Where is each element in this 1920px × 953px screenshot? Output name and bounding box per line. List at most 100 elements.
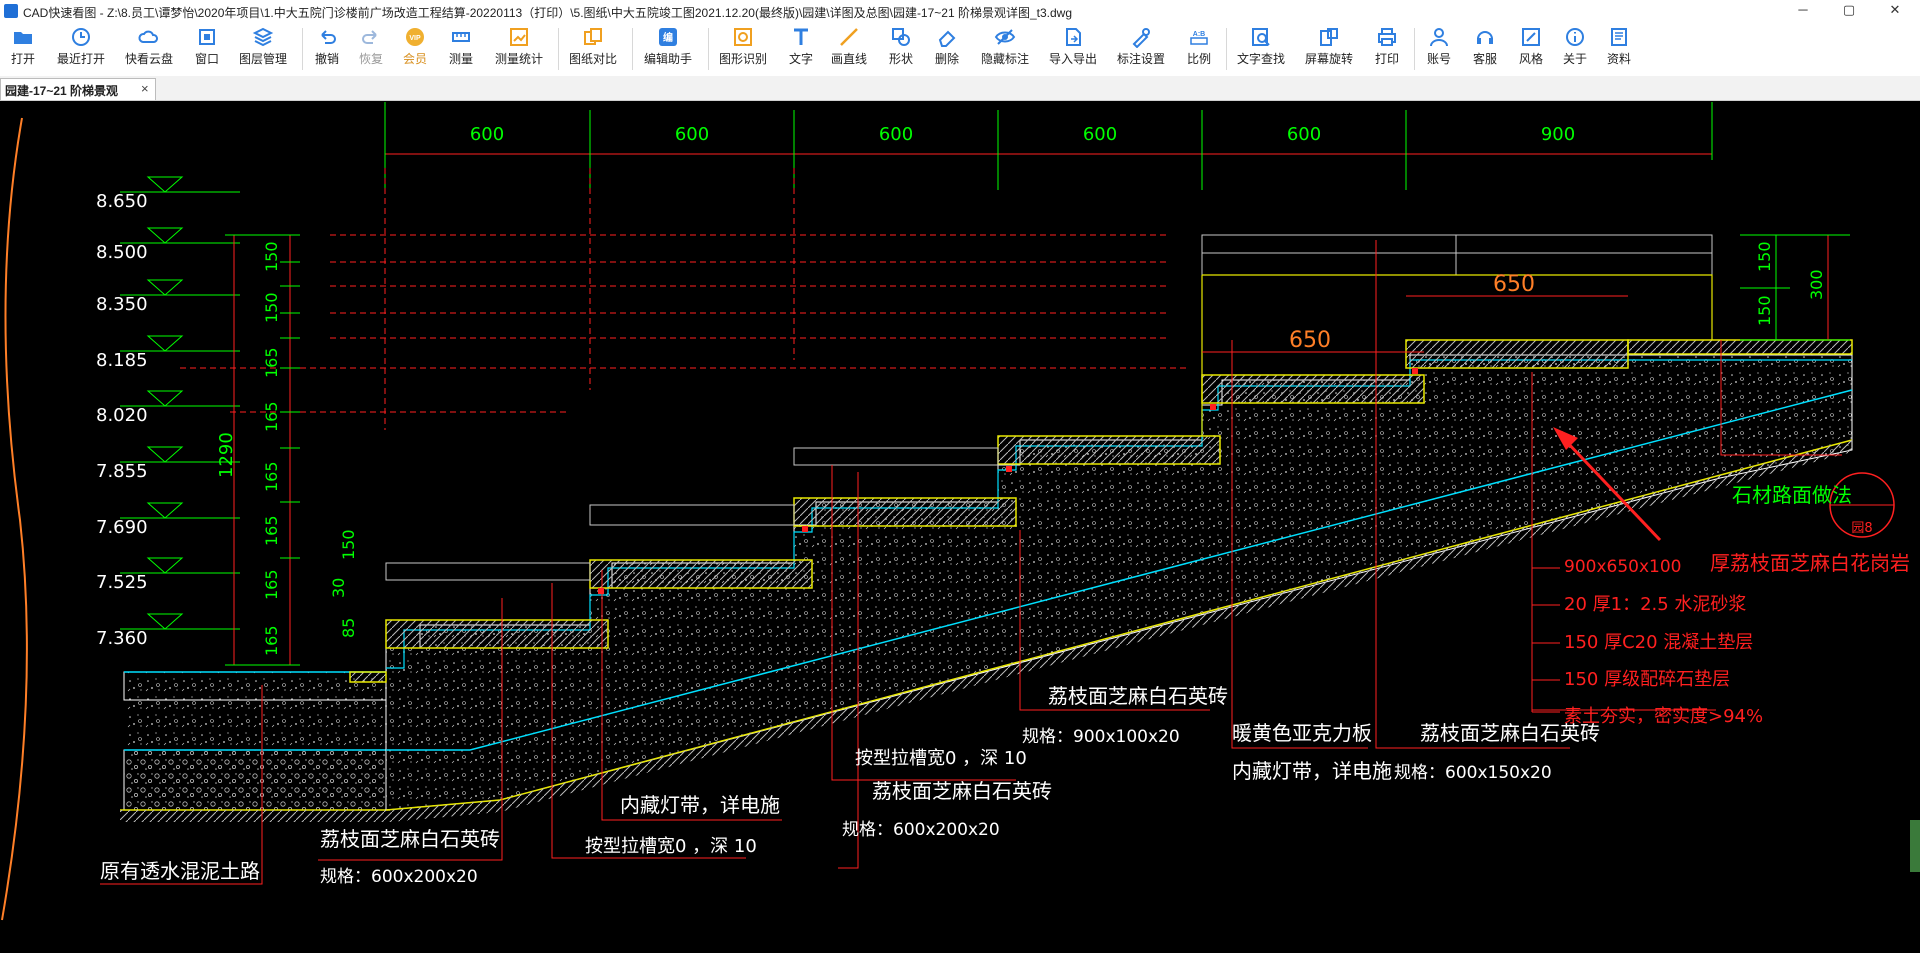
recent-button[interactable]: 最近打开 bbox=[52, 22, 110, 76]
window-button[interactable]: 窗口 bbox=[188, 22, 226, 76]
ruler-icon bbox=[452, 32, 470, 42]
toolbar-separator bbox=[1226, 28, 1227, 70]
maximize-button[interactable]: ▢ bbox=[1826, 0, 1872, 22]
printer-icon bbox=[1378, 28, 1396, 46]
elevation-label: 8.650 bbox=[96, 191, 148, 212]
line-button[interactable]: 画直线 bbox=[826, 22, 872, 76]
label-lightstrip1: 内藏灯带，详电施 bbox=[620, 793, 780, 817]
layer-2: 20 厚1：2.5 水泥砂浆 bbox=[1564, 594, 1746, 615]
info-icon bbox=[1566, 28, 1584, 46]
search-icon bbox=[1252, 28, 1270, 46]
vip-button[interactable]: VIP 会员 bbox=[396, 22, 434, 76]
layers-icon bbox=[252, 27, 274, 47]
headset-icon bbox=[1477, 31, 1493, 44]
scale-icon: A:B bbox=[1190, 31, 1208, 45]
open-button[interactable]: 打开 bbox=[4, 22, 42, 76]
label-brick1: 荔枝面芝麻白石英砖 bbox=[320, 827, 500, 851]
edit-helper-button[interactable]: 编 编辑助手 bbox=[638, 22, 698, 76]
tread bbox=[589, 559, 813, 589]
layer-1: 900x650x100 bbox=[1564, 557, 1681, 577]
layer-5: 素土夯实，密实度>94% bbox=[1564, 706, 1763, 727]
layer-4: 150 厚级配碎石垫层 bbox=[1564, 669, 1730, 690]
document-tab[interactable]: 园建-17~21 阶梯景观 × bbox=[0, 78, 156, 100]
label-brick2: 荔枝面芝麻白石英砖 bbox=[872, 779, 1052, 803]
label-stone-method: 石材路面做法 bbox=[1732, 483, 1852, 507]
text-button[interactable]: 文字 bbox=[782, 22, 820, 76]
svg-text:编: 编 bbox=[663, 31, 673, 44]
hide-annot-button[interactable]: 隐藏标注 bbox=[976, 22, 1034, 76]
dim-600-1: 600 bbox=[470, 124, 504, 145]
right-dim-label: 150 bbox=[1755, 241, 1774, 272]
shape-recognize-button[interactable]: 图形识别 bbox=[714, 22, 772, 76]
cloud-button[interactable]: 快看云盘 bbox=[120, 22, 178, 76]
book-icon bbox=[1611, 28, 1627, 46]
delete-button[interactable]: 删除 bbox=[928, 22, 966, 76]
elevation-label: 8.500 bbox=[96, 242, 148, 263]
right-dimension: 150 150 300 bbox=[1740, 234, 1850, 341]
compare-button[interactable]: 图纸对比 bbox=[564, 22, 622, 76]
tread bbox=[1201, 374, 1425, 404]
existing-road-section bbox=[120, 671, 390, 822]
undo-icon bbox=[321, 30, 336, 44]
account-button[interactable]: 账号 bbox=[1420, 22, 1458, 76]
label-lightstrip2: 内藏灯带，详电施 bbox=[1232, 759, 1392, 783]
vdim-label: 165 bbox=[262, 347, 281, 378]
import-export-button[interactable]: 导入导出 bbox=[1044, 22, 1102, 76]
elevation-label: 7.360 bbox=[96, 628, 148, 649]
elevation-label: 7.690 bbox=[96, 517, 148, 538]
vertical-dimension: 150 150 165 165 165 165 165 165 1290 150… bbox=[216, 234, 358, 666]
label-acrylic: 暖黄色亚克力板 bbox=[1232, 721, 1372, 745]
stats-icon bbox=[510, 28, 528, 46]
vdim-label: 165 bbox=[262, 461, 281, 492]
minimize-button[interactable]: ─ bbox=[1780, 0, 1826, 22]
window-icon bbox=[199, 29, 215, 45]
layer-ticks bbox=[1532, 567, 1560, 713]
window-title: CAD快速看图 - Z:\8.员工\谭梦怡\2020年项目\1.中大五院门诊楼前… bbox=[23, 6, 1073, 20]
scale-button[interactable]: A:B 比例 bbox=[1180, 22, 1218, 76]
dim-650-upper: 650 bbox=[1493, 272, 1535, 297]
layers-button[interactable]: 图层管理 bbox=[234, 22, 292, 76]
annot-settings-button[interactable]: 标注设置 bbox=[1112, 22, 1170, 76]
vdim-label: 150 bbox=[262, 241, 281, 272]
tab-close-icon[interactable]: × bbox=[141, 81, 149, 96]
folder-icon bbox=[14, 32, 32, 44]
close-button[interactable]: ✕ bbox=[1872, 0, 1918, 22]
service-button[interactable]: 客服 bbox=[1466, 22, 1504, 76]
toolbar-separator bbox=[708, 28, 709, 70]
shape-button[interactable]: 形状 bbox=[882, 22, 920, 76]
about-button[interactable]: 关于 bbox=[1556, 22, 1594, 76]
elevation-label: 7.855 bbox=[96, 461, 148, 482]
right-dim-label: 150 bbox=[1755, 295, 1774, 326]
text-search-button[interactable]: 文字查找 bbox=[1232, 22, 1290, 76]
layer-3: 150 厚C20 混凝土垫层 bbox=[1564, 632, 1753, 653]
tread bbox=[1405, 339, 1629, 369]
redo-button[interactable]: 恢复 bbox=[352, 22, 390, 76]
canvas-scroll-handle[interactable] bbox=[1910, 820, 1920, 872]
drawing-canvas[interactable]: 600 600 600 600 600 900 8.650 8.500 8.35… bbox=[0, 100, 1920, 948]
shape-recognize-icon bbox=[734, 28, 752, 46]
measure-stats-button[interactable]: 测量统计 bbox=[490, 22, 548, 76]
undo-button[interactable]: 撤销 bbox=[308, 22, 346, 76]
document-tab-label: 园建-17~21 阶梯景观 bbox=[5, 84, 119, 98]
label-spec1: 规格：600x200x20 bbox=[320, 867, 478, 887]
elevation-label: 8.350 bbox=[96, 294, 148, 315]
resources-button[interactable]: 资料 bbox=[1600, 22, 1638, 76]
compare-icon bbox=[584, 28, 602, 45]
print-button[interactable]: 打印 bbox=[1368, 22, 1406, 76]
elevation-label: 7.525 bbox=[96, 572, 148, 593]
annot-settings-icon bbox=[1132, 28, 1150, 48]
style-button[interactable]: 风格 bbox=[1512, 22, 1550, 76]
eye-icon bbox=[994, 29, 1016, 45]
elevation-markers: 8.650 8.500 8.350 8.185 8.020 7.855 7.69… bbox=[96, 176, 240, 649]
toolbar-separator bbox=[632, 28, 633, 70]
elevation-label: 8.185 bbox=[96, 350, 148, 371]
layer-1-desc: 厚荔枝面芝麻白花岗岩 bbox=[1710, 551, 1910, 575]
measure-button[interactable]: 测量 bbox=[442, 22, 480, 76]
toolbar-separator bbox=[1414, 28, 1415, 70]
eraser-icon bbox=[938, 30, 956, 47]
dim-650-lower: 650 bbox=[1289, 328, 1331, 353]
redo-icon bbox=[362, 30, 377, 44]
cad-drawing: 600 600 600 600 600 900 8.650 8.500 8.35… bbox=[1, 102, 1920, 921]
rotate-button[interactable]: 屏幕旋转 bbox=[1300, 22, 1358, 76]
vdim-label: 165 bbox=[262, 569, 281, 600]
